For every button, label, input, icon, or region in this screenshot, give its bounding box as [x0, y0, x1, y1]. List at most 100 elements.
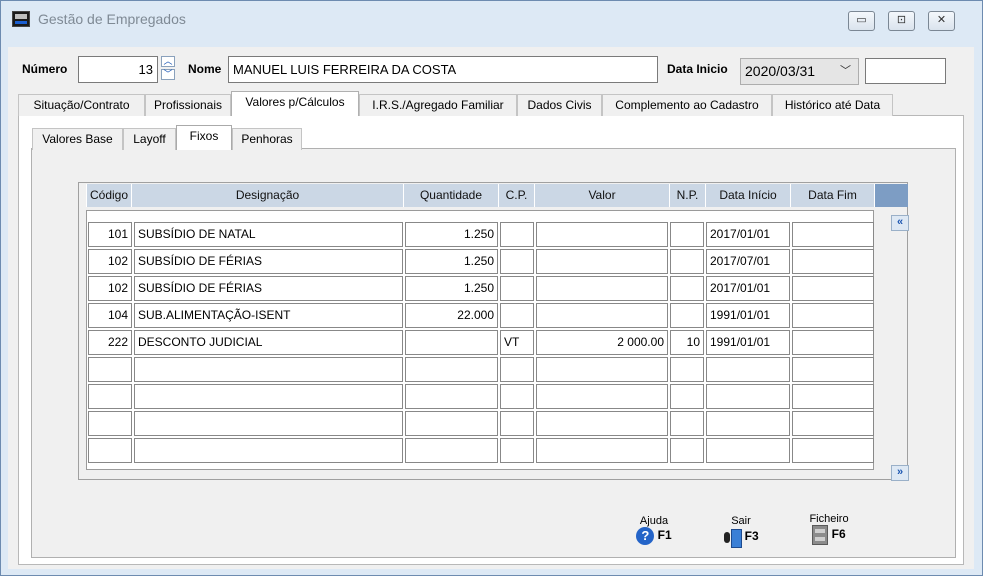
minimize-button[interactable]: ▭ [848, 11, 875, 31]
cell-data-inicio[interactable]: 1991/01/01 [706, 330, 790, 355]
cell-cp[interactable] [500, 303, 534, 328]
cell-codigo[interactable] [88, 357, 132, 382]
cell-cp[interactable] [500, 222, 534, 247]
cell-cp[interactable]: VT [500, 330, 534, 355]
cell-quantidade[interactable] [405, 384, 498, 409]
cell-data-fim[interactable] [792, 330, 874, 355]
cell-quantidade[interactable]: 22.000 [405, 303, 498, 328]
cell-np[interactable]: 10 [670, 330, 704, 355]
cell-data-inicio[interactable] [706, 438, 790, 463]
col-header-data-inicio[interactable]: Data Início [706, 184, 791, 207]
col-header-designacao[interactable]: Designação [132, 184, 404, 207]
tab-historico[interactable]: Histórico até Data [772, 94, 893, 116]
help-button[interactable]: Ajuda ? F1 [626, 515, 682, 545]
tab-profissionais[interactable]: Profissionais [145, 94, 231, 116]
col-header-valor[interactable]: Valor [535, 184, 670, 207]
cell-data-inicio[interactable]: 1991/01/01 [706, 303, 790, 328]
cell-valor[interactable] [536, 303, 668, 328]
cell-cp[interactable] [500, 357, 534, 382]
cell-quantidade[interactable]: 1.250 [405, 276, 498, 301]
spin-up-icon[interactable]: ︿ [161, 56, 175, 67]
cell-data-inicio[interactable] [706, 411, 790, 436]
cell-quantidade[interactable]: 1.250 [405, 249, 498, 274]
cell-codigo[interactable] [88, 384, 132, 409]
cell-valor[interactable]: 2 000.00 [536, 330, 668, 355]
cell-valor[interactable] [536, 411, 668, 436]
scroll-up-icon[interactable]: « [891, 215, 909, 231]
cell-designacao[interactable] [134, 438, 403, 463]
cell-data-fim[interactable] [792, 222, 874, 247]
cell-data-inicio[interactable] [706, 357, 790, 382]
cell-cp[interactable] [500, 438, 534, 463]
cell-data-inicio[interactable] [706, 384, 790, 409]
cell-cp[interactable] [500, 249, 534, 274]
col-header-data-fim[interactable]: Data Fim [791, 184, 875, 207]
cell-cp[interactable] [500, 411, 534, 436]
cell-designacao[interactable]: DESCONTO JUDICIAL [134, 330, 403, 355]
file-button[interactable]: Ficheiro F6 [799, 513, 859, 545]
cell-codigo[interactable] [88, 411, 132, 436]
cell-designacao[interactable] [134, 357, 403, 382]
cell-valor[interactable] [536, 249, 668, 274]
cell-designacao[interactable] [134, 384, 403, 409]
cell-valor[interactable] [536, 384, 668, 409]
cell-cp[interactable] [500, 384, 534, 409]
cell-np[interactable] [670, 438, 704, 463]
cell-valor[interactable] [536, 222, 668, 247]
cell-designacao[interactable]: SUBSÍDIO DE FÉRIAS [134, 249, 403, 274]
cell-np[interactable] [670, 276, 704, 301]
cell-quantidade[interactable] [405, 411, 498, 436]
col-header-cp[interactable]: C.P. [499, 184, 535, 207]
cell-quantidade[interactable] [405, 357, 498, 382]
cell-codigo[interactable]: 222 [88, 330, 132, 355]
cell-data-fim[interactable] [792, 384, 874, 409]
col-header-np[interactable]: N.P. [670, 184, 706, 207]
cell-valor[interactable] [536, 357, 668, 382]
spin-down-icon[interactable]: ﹀ [161, 69, 175, 80]
cell-data-fim[interactable] [792, 276, 874, 301]
data-inicio-select[interactable]: 2020/03/31 ﹀ [740, 58, 859, 85]
cell-quantidade[interactable]: 1.250 [405, 222, 498, 247]
tab-valores-calculos[interactable]: Valores p/Cálculos [231, 91, 359, 116]
cell-codigo[interactable]: 101 [88, 222, 132, 247]
tab-dados-civis[interactable]: Dados Civis [517, 94, 602, 116]
nome-field[interactable]: MANUEL LUIS FERREIRA DA COSTA [228, 56, 658, 83]
close-button[interactable]: ✕ [928, 11, 955, 31]
exit-button[interactable]: Sair F3 [713, 515, 769, 548]
cell-np[interactable] [670, 222, 704, 247]
cell-codigo[interactable] [88, 438, 132, 463]
cell-data-fim[interactable] [792, 249, 874, 274]
tab-irs-agregado[interactable]: I.R.S./Agregado Familiar [359, 94, 517, 116]
cell-cp[interactable] [500, 276, 534, 301]
cell-designacao[interactable] [134, 411, 403, 436]
cell-valor[interactable] [536, 438, 668, 463]
cell-codigo[interactable]: 102 [88, 249, 132, 274]
cell-np[interactable] [670, 249, 704, 274]
extra-field[interactable] [865, 58, 946, 84]
cell-designacao[interactable]: SUBSÍDIO DE NATAL [134, 222, 403, 247]
cell-data-fim[interactable] [792, 303, 874, 328]
subtab-valores-base[interactable]: Valores Base [32, 128, 123, 150]
cell-data-fim[interactable] [792, 438, 874, 463]
cell-data-fim[interactable] [792, 411, 874, 436]
col-header-codigo[interactable]: Código [86, 184, 132, 207]
scroll-down-icon[interactable]: » [891, 465, 909, 481]
maximize-button[interactable]: ⊡ [888, 11, 915, 31]
cell-designacao[interactable]: SUB.ALIMENTAÇÃO-ISENT [134, 303, 403, 328]
tab-situacao-contrato[interactable]: Situação/Contrato [18, 94, 145, 116]
cell-quantidade[interactable] [405, 330, 498, 355]
tab-complemento-cadastro[interactable]: Complemento ao Cadastro [602, 94, 772, 116]
cell-np[interactable] [670, 384, 704, 409]
subtab-layoff[interactable]: Layoff [123, 128, 176, 150]
cell-codigo[interactable]: 104 [88, 303, 132, 328]
cell-data-fim[interactable] [792, 357, 874, 382]
cell-codigo[interactable]: 102 [88, 276, 132, 301]
subtab-fixos[interactable]: Fixos [176, 125, 232, 150]
cell-np[interactable] [670, 411, 704, 436]
cell-designacao[interactable]: SUBSÍDIO DE FÉRIAS [134, 276, 403, 301]
cell-data-inicio[interactable]: 2017/01/01 [706, 276, 790, 301]
cell-np[interactable] [670, 303, 704, 328]
numero-field[interactable]: 13 [78, 56, 158, 83]
subtab-penhoras[interactable]: Penhoras [232, 128, 302, 150]
cell-np[interactable] [670, 357, 704, 382]
